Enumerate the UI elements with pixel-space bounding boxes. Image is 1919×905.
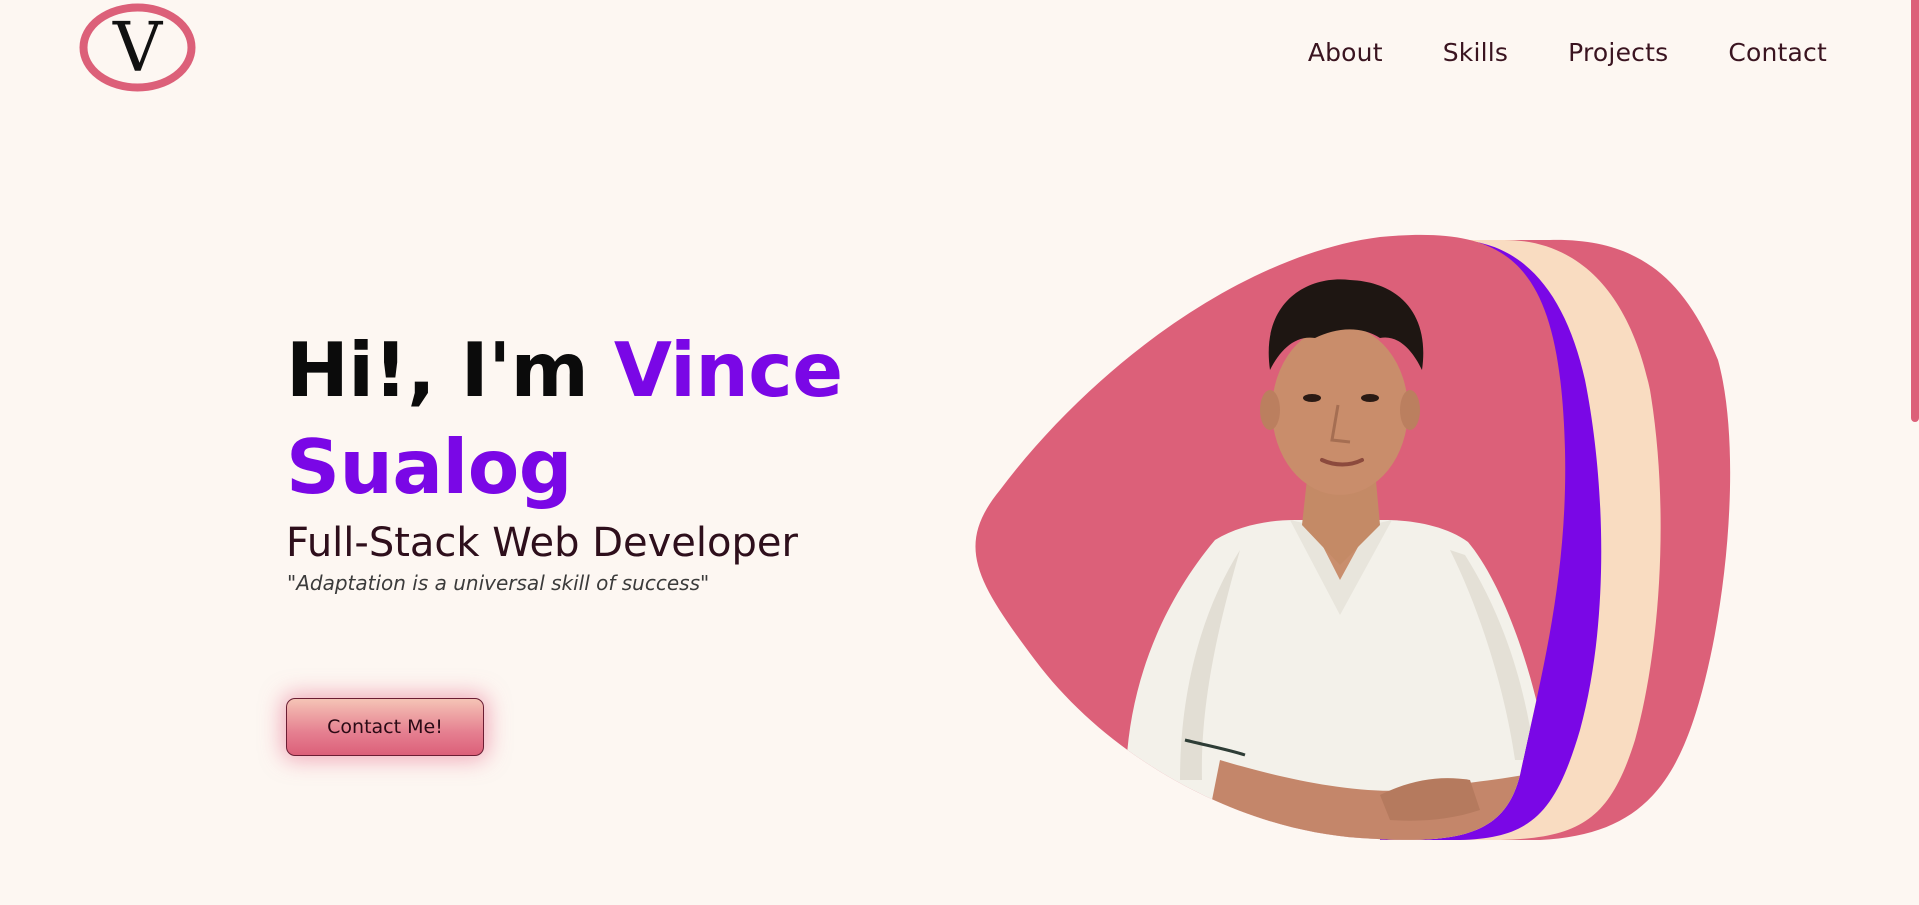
nav-link-contact[interactable]: Contact: [1728, 38, 1827, 67]
hero-portrait: [940, 220, 1740, 860]
hero-role: Full-Stack Web Developer: [286, 520, 798, 566]
hero-name-last: Sualog: [286, 423, 572, 511]
main-nav: About Skills Projects Contact: [1308, 38, 1827, 67]
hero-title: Hi!, I'm Vince Sualog: [286, 322, 926, 516]
scrollbar-thumb[interactable]: [1911, 0, 1919, 422]
contact-me-button[interactable]: Contact Me!: [286, 698, 484, 756]
logo[interactable]: V: [79, 3, 196, 92]
nav-link-projects[interactable]: Projects: [1568, 38, 1668, 67]
page-scrollbar[interactable]: [1909, 0, 1919, 905]
hero-quote: "Adaptation is a universal skill of succ…: [287, 571, 710, 595]
logo-icon: V: [79, 3, 196, 92]
nav-link-skills[interactable]: Skills: [1443, 38, 1508, 67]
hero-name-first: Vince: [613, 326, 843, 414]
page: V About Skills Projects Contact Hi!, I'm…: [0, 0, 1919, 905]
hero-greeting: Hi!, I'm: [286, 326, 614, 414]
portrait-graphic: [975, 234, 1731, 841]
nav-link-about[interactable]: About: [1308, 38, 1383, 67]
logo-letter: V: [112, 9, 164, 88]
